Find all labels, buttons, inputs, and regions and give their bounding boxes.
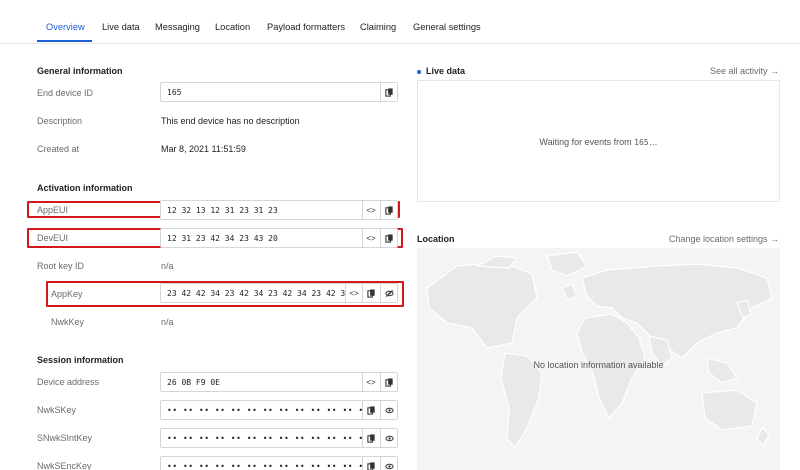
root-key-id-label: Root key ID [37, 261, 85, 271]
description-value: This end device has no description [161, 116, 300, 126]
general-information-title: General information [37, 66, 123, 76]
active-tab-indicator [37, 40, 92, 42]
device-address-value: 26 0B F9 0E [167, 378, 220, 387]
eye-slash-icon [384, 289, 394, 297]
snwksintkey-label: SNwkSIntKey [37, 433, 93, 443]
copy-button[interactable] [362, 457, 379, 470]
created-at-value: Mar 8, 2021 11:51:59 [161, 144, 246, 154]
live-data-waiting-message: Waiting for events from 165… [418, 137, 779, 147]
live-status-dot [417, 69, 421, 74]
tab-overview[interactable]: Overview [46, 22, 85, 32]
end-device-id-field: 165 [160, 82, 398, 102]
end-device-id-value: 165 [167, 88, 182, 97]
copy-icon [384, 87, 393, 97]
root-key-id-value: n/a [161, 261, 174, 271]
tab-claiming[interactable]: Claiming [360, 22, 396, 32]
live-data-title: Live data [417, 66, 465, 76]
code-icon: <> [366, 205, 376, 215]
eye-icon [384, 435, 394, 441]
deveui-field: 12 31 23 42 34 23 43 20 <> [160, 228, 398, 248]
nwkskey-field: •• •• •• •• •• •• •• •• •• •• •• •• •• •… [160, 400, 398, 420]
waiting-device-id: 165 [634, 138, 649, 147]
nwkkey-label: NwkKey [51, 317, 85, 327]
copy-icon [366, 288, 375, 298]
copy-icon [384, 205, 393, 215]
copy-icon [384, 377, 393, 387]
copy-button[interactable] [362, 401, 379, 419]
copy-icon [384, 233, 393, 243]
code-icon: <> [349, 288, 359, 298]
location-title: Location [417, 234, 455, 244]
appeui-label: AppEUI [37, 205, 69, 215]
location-map[interactable]: No location information available [417, 248, 780, 470]
device-address-label: Device address [37, 377, 100, 387]
copy-button[interactable] [362, 429, 379, 447]
live-data-title-text: Live data [426, 66, 466, 76]
appeui-value: 12 32 13 12 31 23 31 23 [167, 206, 278, 215]
eye-icon [384, 407, 394, 413]
snwksintkey-masked-value: •• •• •• •• •• •• •• •• •• •• •• •• •• •… [167, 434, 362, 443]
toggle-byte-order-button[interactable]: <> [345, 284, 362, 302]
waiting-ellipsis: … [648, 137, 658, 147]
code-icon: <> [366, 233, 376, 243]
no-location-message: No location information available [533, 360, 664, 370]
nwksenckey-label: NwkSEncKey [37, 461, 92, 470]
change-location-settings-link[interactable]: Change location settings → [669, 234, 779, 244]
code-icon: <> [366, 377, 376, 387]
copy-icon [366, 433, 375, 443]
appkey-label: AppKey [51, 289, 83, 299]
eye-icon [384, 463, 394, 469]
hide-value-button[interactable] [380, 284, 397, 302]
appkey-field: 23 42 42 34 23 42 34 23 42 34 23 42 34 2… [160, 283, 398, 303]
tab-bar: Overview Live data Messaging Location Pa… [0, 0, 800, 44]
tab-payload-formatters[interactable]: Payload formatters [267, 22, 345, 32]
nwkkey-value: n/a [161, 317, 174, 327]
live-data-panel: Waiting for events from 165… [417, 80, 780, 202]
nwksenckey-field: •• •• •• •• •• •• •• •• •• •• •• •• •• •… [160, 456, 398, 470]
copy-button[interactable] [380, 201, 397, 219]
activation-information-title: Activation information [37, 183, 133, 193]
tab-location[interactable]: Location [215, 22, 250, 32]
copy-icon [366, 461, 375, 470]
tab-messaging[interactable]: Messaging [155, 22, 200, 32]
show-value-button[interactable] [380, 457, 397, 470]
copy-button[interactable] [380, 373, 397, 391]
show-value-button[interactable] [380, 429, 397, 447]
description-label: Description [37, 116, 83, 126]
created-at-label: Created at [37, 144, 80, 154]
tab-general-settings[interactable]: General settings [413, 22, 481, 32]
copy-button[interactable] [380, 229, 397, 247]
deveui-label: DevEUI [37, 233, 69, 243]
tab-live-data[interactable]: Live data [102, 22, 140, 32]
toggle-byte-order-button[interactable]: <> [362, 201, 379, 219]
toggle-byte-order-button[interactable]: <> [362, 229, 379, 247]
appeui-field: 12 32 13 12 31 23 31 23 <> [160, 200, 398, 220]
nwkskey-label: NwkSKey [37, 405, 77, 415]
show-value-button[interactable] [380, 401, 397, 419]
end-device-id-label: End device ID [37, 88, 94, 98]
deveui-value: 12 31 23 42 34 23 43 20 [167, 234, 278, 243]
toggle-byte-order-button[interactable]: <> [362, 373, 379, 391]
device-address-field: 26 0B F9 0E <> [160, 372, 398, 392]
copy-button[interactable] [380, 83, 397, 101]
copy-icon [366, 405, 375, 415]
waiting-text: Waiting for events from [539, 137, 635, 147]
nwksenckey-masked-value: •• •• •• •• •• •• •• •• •• •• •• •• •• •… [167, 462, 362, 470]
nwkskey-masked-value: •• •• •• •• •• •• •• •• •• •• •• •• •• •… [167, 406, 362, 415]
world-map-image [426, 251, 773, 450]
session-information-title: Session information [37, 355, 124, 365]
snwksintkey-field: •• •• •• •• •• •• •• •• •• •• •• •• •• •… [160, 428, 398, 448]
copy-button[interactable] [362, 284, 379, 302]
see-all-activity-link[interactable]: See all activity → [710, 66, 779, 76]
appkey-value: 23 42 42 34 23 42 34 23 42 34 23 42 34 2… [167, 289, 345, 298]
